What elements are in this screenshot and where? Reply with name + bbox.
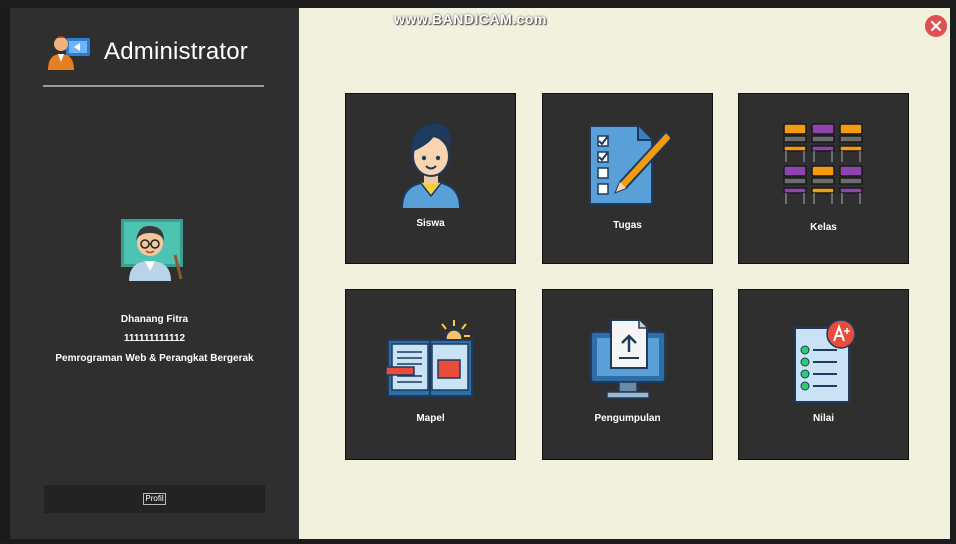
admin-user-icon [48, 36, 90, 70]
user-id: 111111111112 [123, 333, 186, 344]
window-frame-right [950, 0, 956, 544]
brand: Administrator [46, 30, 248, 74]
tile-label: Pengumpulan [594, 413, 661, 424]
main-panel: Siswa Tugas Kelas Mapel Pengumpulan Nila… [299, 8, 950, 539]
divider [43, 85, 264, 87]
tile-kelas[interactable]: Kelas [738, 93, 909, 264]
window-frame-bottom [0, 539, 956, 544]
book-icon [385, 320, 473, 397]
tile-tugas[interactable]: Tugas [542, 93, 713, 264]
window-frame-top [0, 0, 956, 8]
tile-pengumpulan[interactable]: Pengumpulan [542, 289, 713, 460]
checklist-icon [588, 125, 670, 205]
user-department: Pemrograman Web & Perangkat Bergerak [55, 353, 254, 364]
user-name: Dhanang Fitra [120, 314, 189, 325]
tile-nilai[interactable]: Nilai [738, 289, 909, 460]
profile-button[interactable]: Profil [44, 485, 265, 513]
recorder-watermark: www.BANDICAM.com [394, 11, 547, 27]
app-title: Administrator [104, 38, 248, 65]
profile-button-label: Profil [143, 493, 166, 505]
student-icon [400, 123, 461, 208]
tile-label: Nilai [812, 413, 835, 424]
classroom-icon [782, 123, 863, 204]
teacher-avatar-icon [121, 219, 183, 281]
sidebar: Administrator Dhanang Fitra 111111111112… [10, 8, 299, 539]
grade-icon [793, 319, 856, 403]
tile-label: Mapel [416, 413, 445, 424]
tile-mapel[interactable]: Mapel [345, 289, 516, 460]
tile-label: Siswa [416, 218, 445, 229]
tile-siswa[interactable]: Siswa [345, 93, 516, 264]
tile-label: Tugas [613, 220, 642, 231]
upload-icon [589, 319, 666, 399]
tile-label: Kelas [810, 222, 837, 233]
close-icon[interactable] [925, 15, 947, 37]
